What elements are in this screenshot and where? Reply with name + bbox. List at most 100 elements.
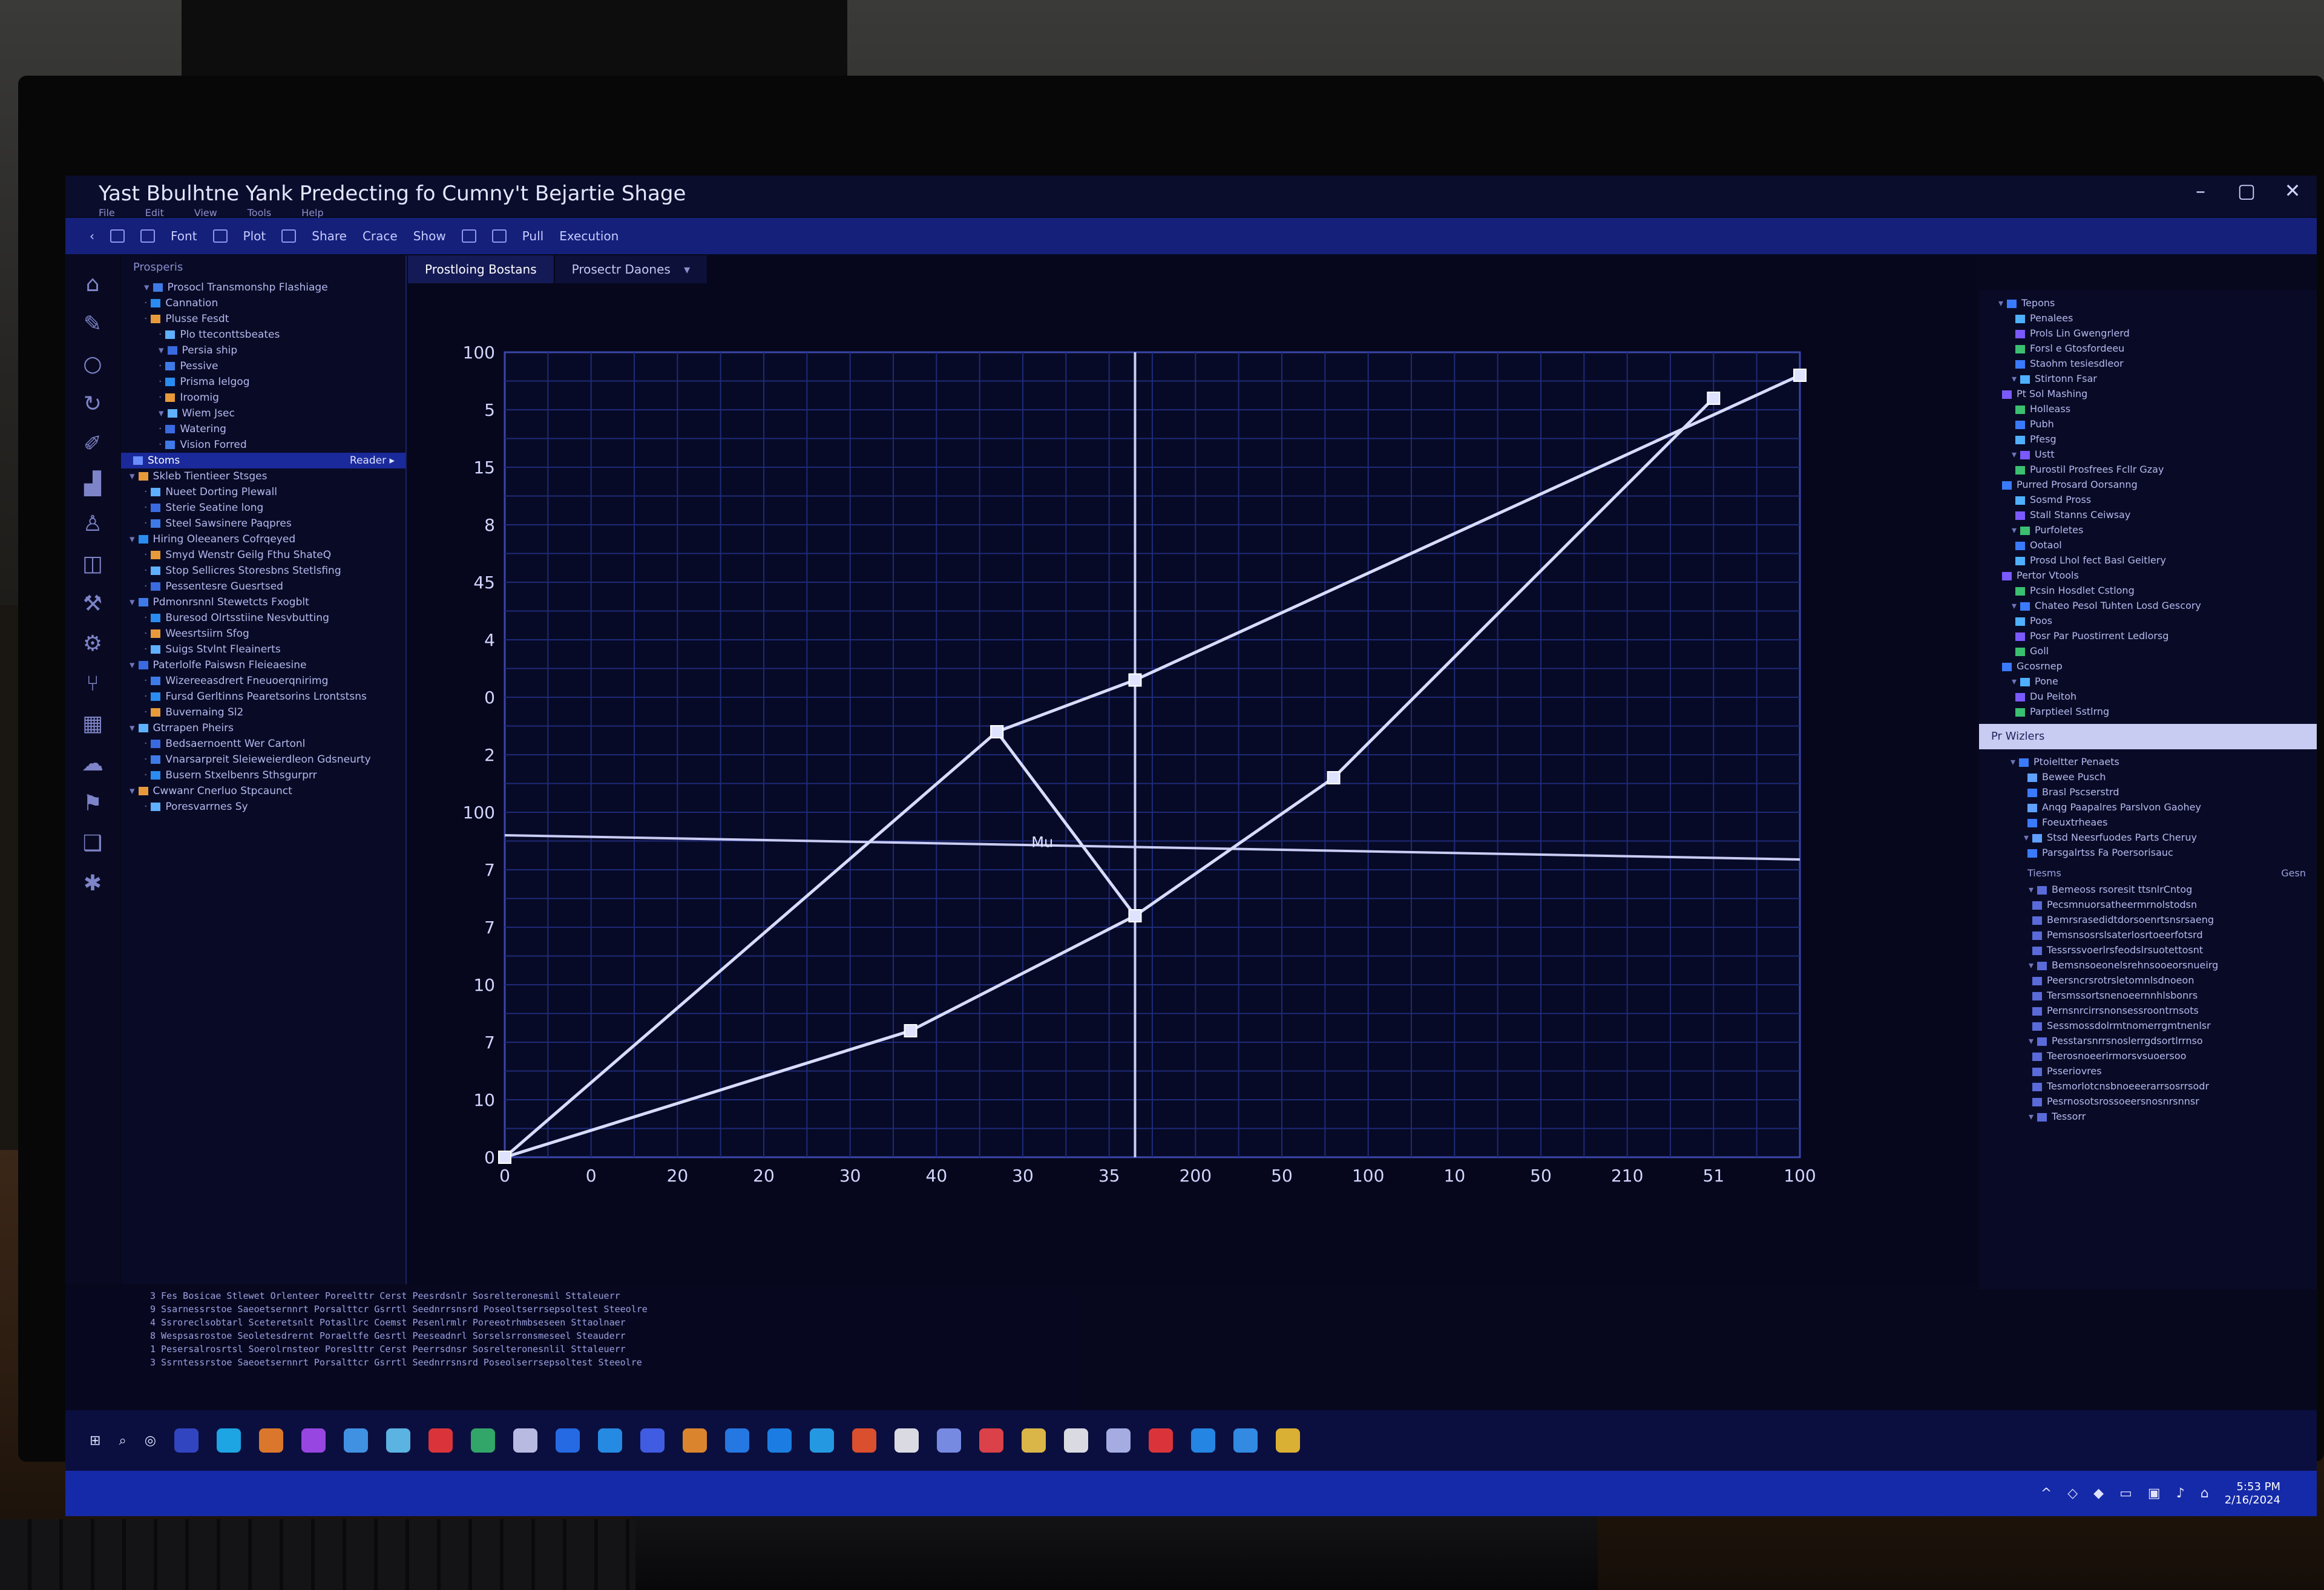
circle-icon[interactable]: ○ <box>83 353 102 375</box>
settings-icon[interactable]: ⚙ <box>83 633 102 655</box>
chevron-right-icon[interactable]: · <box>144 643 147 655</box>
taskbar-app-icon[interactable] <box>513 1428 537 1453</box>
explorer-item[interactable]: · Weesrtsiirn Sfog <box>121 626 405 642</box>
taskbar-app-icon[interactable] <box>597 1428 622 1453</box>
toolbar-plot[interactable]: Plot <box>243 229 266 243</box>
explorer-item[interactable]: ▾ Paterlolfe Paiswsn Fleieaesine <box>121 657 405 673</box>
taskbar-app-icon[interactable] <box>470 1428 495 1453</box>
chevron-right-icon[interactable]: · <box>144 612 147 624</box>
chevron-right-icon[interactable]: ▾ <box>2011 756 2015 767</box>
chevron-right-icon[interactable]: ▾ <box>130 470 135 482</box>
explorer-item[interactable]: · Busern Stxelbenrs Sthsgurprr <box>121 767 405 783</box>
taskbar-app-icon[interactable] <box>1106 1428 1131 1453</box>
properties-item[interactable]: Stall Stanns Ceiwsay <box>1979 507 2317 522</box>
chevron-right-icon[interactable]: · <box>144 517 147 530</box>
properties-item[interactable]: ▾ Ustt <box>1979 447 2317 462</box>
list-item[interactable]: Psseriovres <box>1979 1063 2317 1079</box>
start-icon[interactable]: ⊞ <box>90 1433 100 1448</box>
branch-icon[interactable]: ⑂ <box>86 673 99 695</box>
brush-icon[interactable]: ✐ <box>84 433 102 455</box>
explorer-item[interactable]: · Pessive <box>121 358 405 374</box>
explorer-item[interactable]: ▾ Skleb Tientieer Stsges <box>121 468 405 484</box>
taskbar-app-icon[interactable] <box>1148 1428 1173 1453</box>
explorer-item[interactable]: · Bedsaernoentt Wer Cartonl <box>121 736 405 752</box>
save-icon[interactable] <box>110 229 125 243</box>
explorer-item[interactable]: · Stop Sellicres Storesbns Stetlsfing <box>121 563 405 579</box>
properties-lower-item[interactable]: Foeuxtrheaes <box>1979 815 2317 830</box>
selected-badge[interactable]: Reader ▸ <box>350 453 395 468</box>
explorer-item[interactable]: · Iroomig <box>121 390 405 406</box>
toolbar-crace[interactable]: Crace <box>363 229 398 243</box>
list-item[interactable]: Tessrssvoerlrsfeodslrsuotettosnt <box>1979 942 2317 958</box>
chevron-right-icon[interactable]: ▾ <box>159 344 164 356</box>
explorer-item[interactable]: · Wizereeasdrert Fneuoerqnirimg <box>121 673 405 689</box>
chevron-right-icon[interactable]: ▾ <box>130 533 135 545</box>
taskbar-app-icon[interactable] <box>1275 1428 1300 1453</box>
menu-file[interactable]: File <box>99 207 115 218</box>
layout-icon[interactable] <box>212 229 228 243</box>
explorer-item[interactable]: · Buresod Olrtsstiine Nesvbutting <box>121 610 405 626</box>
list-item[interactable]: Pemsnsosrslsaterlosrtoeerfotsrd <box>1979 927 2317 942</box>
tray-network-icon[interactable]: ◇ <box>2067 1486 2078 1501</box>
explorer-item[interactable]: · Steel Sawsinere Paqpres <box>121 516 405 531</box>
tray-battery-icon[interactable]: ▭ <box>2119 1486 2132 1501</box>
pencil-icon[interactable]: ✎ <box>84 314 102 335</box>
properties-item[interactable]: Holleass <box>1979 401 2317 416</box>
chevron-right-icon[interactable]: · <box>159 376 162 388</box>
chevron-right-icon[interactable]: · <box>144 313 147 325</box>
explorer-item[interactable]: · Buvernaing Sl2 <box>121 705 405 720</box>
maximize-button[interactable]: ▢ <box>2234 179 2259 202</box>
toolbar-execution[interactable]: Execution <box>559 229 619 243</box>
close-button[interactable]: ✕ <box>2280 179 2305 202</box>
grid-icon[interactable]: ▦ <box>82 713 103 735</box>
taskbar-app-icon[interactable] <box>894 1428 919 1453</box>
properties-item[interactable]: ▾ Purfoletes <box>1979 522 2317 537</box>
chevron-right-icon[interactable]: ▾ <box>159 407 164 419</box>
chevron-right-icon[interactable]: ▾ <box>2029 884 2034 895</box>
explorer-item[interactable]: ▾ Hiring Oleeaners Cofrqeyed <box>121 531 405 547</box>
explorer-item[interactable]: · Pessentesre Guesrtsed <box>121 579 405 594</box>
stop-icon[interactable] <box>491 229 507 243</box>
home-icon[interactable]: ⌂ <box>86 274 100 295</box>
taskbar-app-icon[interactable] <box>979 1428 1003 1453</box>
properties-item[interactable]: Pubh <box>1979 416 2317 432</box>
chevron-right-icon[interactable]: · <box>144 565 147 577</box>
chevron-down-icon[interactable]: ▾ <box>684 262 690 277</box>
search-icon[interactable]: ⌕ <box>119 1433 126 1448</box>
chevron-right-icon[interactable]: · <box>159 439 162 451</box>
export-icon[interactable] <box>281 229 297 243</box>
properties-item[interactable]: Posr Par Puostirrent Ledlorsg <box>1979 628 2317 643</box>
task-view-icon[interactable]: ◎ <box>145 1433 156 1448</box>
explorer-item[interactable]: · Plo tteconttsbeates <box>121 327 405 343</box>
list-item[interactable]: Sessmossdolrmtnomerrgmtnenlsr <box>1979 1018 2317 1033</box>
menu-edit[interactable]: Edit <box>145 207 164 218</box>
chevron-right-icon[interactable]: ▾ <box>2012 373 2017 384</box>
properties-item[interactable]: Parptieel Sstlrng <box>1979 704 2317 719</box>
chevron-right-icon[interactable]: ▾ <box>2024 832 2029 843</box>
explorer-item[interactable]: · Prisma Ielgog <box>121 374 405 390</box>
tab-prosectr-daones[interactable]: Prosectr Daones ▾ <box>554 255 709 283</box>
properties-item[interactable]: Pfesg <box>1979 432 2317 447</box>
properties-lower-item[interactable]: ▾ Stsd Neesrfuodes Parts Cheruy <box>1979 830 2317 845</box>
chevron-right-icon[interactable]: · <box>144 549 147 561</box>
list-item[interactable]: Tesmorlotcnsbnoeeerarrsosrrsodr <box>1979 1079 2317 1094</box>
explorer-item[interactable]: · Nueet Dorting Plewall <box>121 484 405 500</box>
taskbar-app-icon[interactable] <box>428 1428 453 1453</box>
taskbar-app-icon[interactable] <box>555 1428 580 1453</box>
copy-icon[interactable] <box>140 229 155 243</box>
chevron-right-icon[interactable]: ▾ <box>2012 675 2017 687</box>
taskbar-app-icon[interactable] <box>1233 1428 1258 1453</box>
properties-lower-item[interactable]: Anqg Paapalres Parslvon Gaohey <box>1979 800 2317 815</box>
properties-item[interactable]: ▾ Chateo Pesol Tuhten Losd Gescory <box>1979 598 2317 613</box>
properties-item[interactable]: Gcosrnep <box>1979 659 2317 674</box>
tab-prostloing-bostans[interactable]: Prostloing Bostans <box>408 255 555 283</box>
chevron-right-icon[interactable]: · <box>144 801 147 813</box>
chevron-right-icon[interactable]: · <box>144 675 147 687</box>
taskbar-app-icon[interactable] <box>724 1428 749 1453</box>
refresh-icon[interactable]: ↻ <box>84 393 102 415</box>
properties-lower-item[interactable]: Bewee Pusch <box>1979 769 2317 784</box>
properties-item[interactable]: Pertor Vtools <box>1979 568 2317 583</box>
properties-item[interactable]: Purred Prosard Oorsanng <box>1979 477 2317 492</box>
taskbar-app-icon[interactable] <box>1021 1428 1046 1453</box>
chevron-right-icon[interactable]: ▾ <box>2029 959 2034 971</box>
